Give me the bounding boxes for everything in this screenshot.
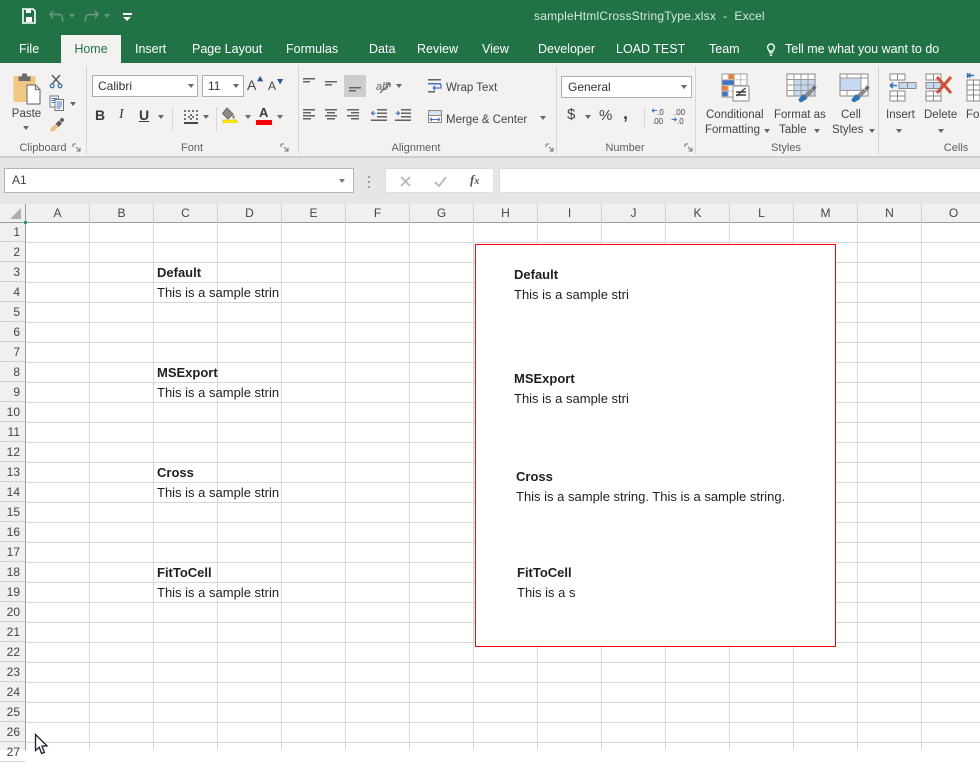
svg-text:.0: .0 (657, 108, 664, 117)
svg-text:.00: .00 (674, 108, 686, 117)
svg-text:.0: .0 (677, 117, 684, 125)
svg-text:.00: .00 (652, 117, 664, 125)
